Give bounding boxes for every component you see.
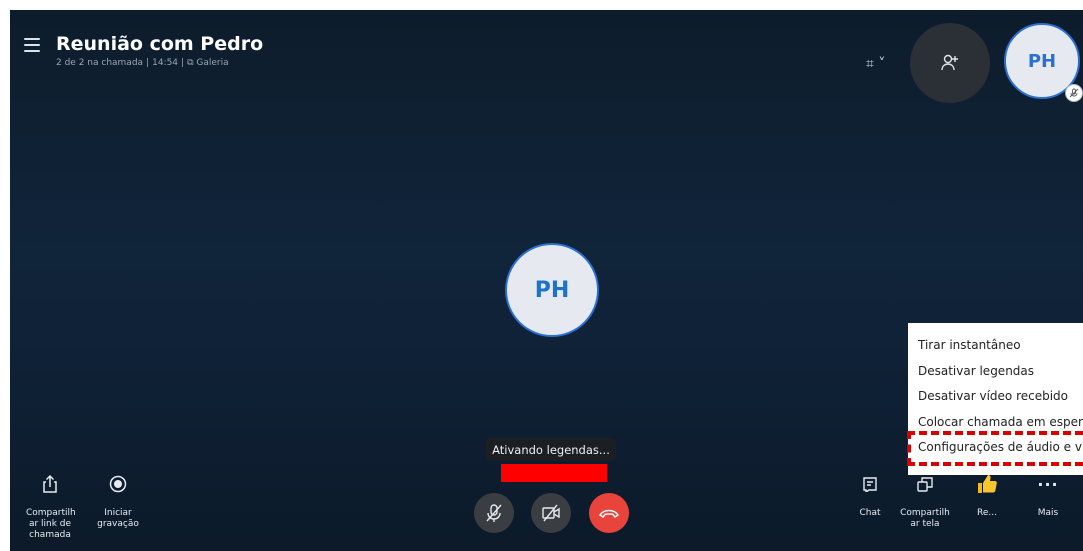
call-duration: 14:54 — [152, 58, 179, 68]
record-label: Iniciar gravação — [97, 508, 139, 529]
video-off-icon — [542, 504, 560, 522]
captions-toast: Ativando legendas... — [486, 438, 616, 461]
react-label: Re... — [977, 508, 997, 518]
call-title: Reunião com Pedro — [56, 33, 264, 55]
add-person-icon — [941, 54, 958, 71]
call-window: Reunião com Pedro 2 de 2 na chamada | 14:5… — [10, 10, 1083, 551]
hang-up-icon — [599, 509, 619, 518]
menu-item-disable-captions[interactable]: Desativar legendas — [908, 359, 1083, 385]
muted-mic-icon — [1065, 84, 1083, 102]
highlight-box — [907, 431, 1083, 466]
record-button[interactable]: Iniciar gravação — [90, 472, 146, 530]
thumbs-up-icon — [967, 472, 1007, 496]
chat-label: Chat — [859, 508, 881, 518]
menu-item-snapshot[interactable]: Tirar instantâneo — [908, 333, 1083, 359]
more-label: Mais — [1037, 508, 1059, 518]
view-mode-label[interactable]: Galeria — [196, 58, 228, 68]
chat-icon — [850, 472, 890, 496]
gallery-icon[interactable]: ⧉ — [187, 58, 193, 68]
layout-switch-icon[interactable]: ⌗ ˅ — [866, 56, 885, 72]
share-screen-icon — [899, 472, 951, 496]
chat-button[interactable]: Chat — [850, 472, 890, 519]
end-call-button[interactable] — [589, 493, 629, 533]
mic-off-icon — [486, 504, 502, 522]
more-button[interactable]: ··· Mais — [1028, 472, 1068, 519]
record-icon — [90, 472, 146, 496]
call-subtitle: 2 de 2 na chamada | 14:54 | ⧉ Galeria — [56, 58, 229, 68]
add-people-button[interactable] — [910, 23, 990, 103]
react-button[interactable]: Re... — [967, 472, 1007, 519]
share-link-button[interactable]: Compartilh ar link de chamada — [26, 472, 76, 541]
menu-icon[interactable] — [24, 38, 40, 52]
participant-avatar-center: PH — [505, 243, 599, 337]
share-link-label: Compartilh ar link de chamada — [26, 508, 76, 540]
video-toggle-button[interactable] — [531, 493, 571, 533]
share-screen-button[interactable]: Compartilh ar tela — [899, 472, 951, 530]
menu-item-disable-incoming-video[interactable]: Desativar vídeo recebido — [908, 384, 1083, 410]
mute-mic-button[interactable] — [474, 493, 514, 533]
share-icon — [26, 472, 74, 496]
share-screen-label: Compartilh ar tela — [900, 508, 950, 529]
redaction-bar — [501, 464, 607, 482]
participants-count: 2 de 2 na chamada — [56, 58, 144, 68]
ellipsis-icon: ··· — [1037, 474, 1059, 494]
